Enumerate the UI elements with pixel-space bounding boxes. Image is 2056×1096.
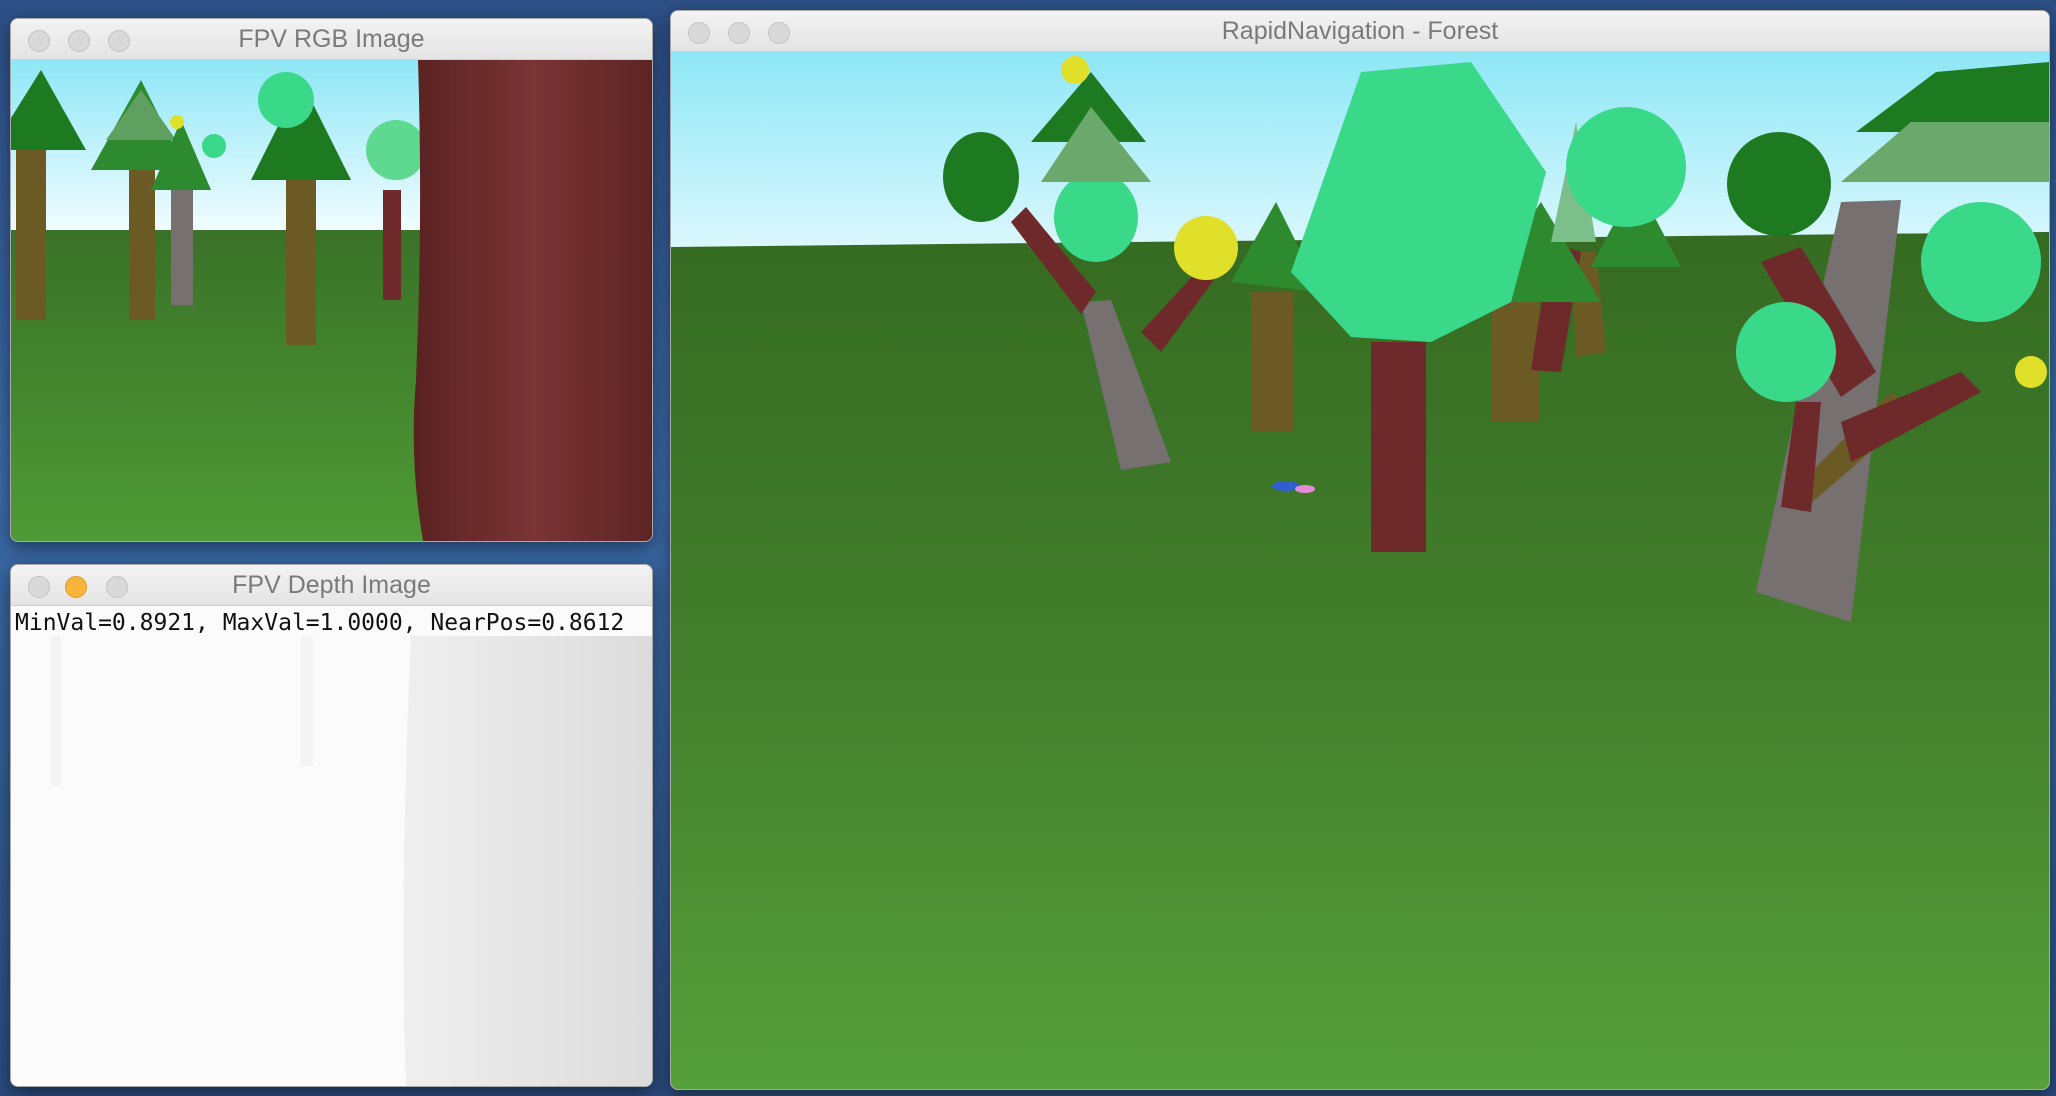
fpv-rgb-window[interactable]: FPV RGB Image xyxy=(10,18,653,542)
window-title: RapidNavigation - Forest xyxy=(1221,17,1499,45)
tree-trunk xyxy=(1371,342,1426,552)
titlebar[interactable]: FPV RGB Image xyxy=(11,19,652,60)
window-title: FPV RGB Image xyxy=(238,25,425,53)
forest-3d-view[interactable] xyxy=(671,52,2049,1089)
depth-image-view: MinVal=0.8921, MaxVal=1.0000, NearPos=0.… xyxy=(11,606,652,1086)
depth-stats-text: MinVal=0.8921, MaxVal=1.0000, NearPos=0.… xyxy=(15,610,625,636)
rgb-scene xyxy=(11,60,652,541)
forest-scene xyxy=(671,52,2049,1089)
fpv-depth-window[interactable]: FPV Depth Image MinVal=0.8921, MaxVal=1.… xyxy=(10,564,653,1087)
yellow-fruit xyxy=(1174,216,1238,280)
foreground-trunk xyxy=(413,60,652,541)
window-title: FPV Depth Image xyxy=(232,571,431,599)
main-window[interactable]: RapidNavigation - Forest xyxy=(670,10,2050,1090)
depth-scene xyxy=(11,606,652,1086)
titlebar[interactable]: RapidNavigation - Forest xyxy=(671,11,2049,52)
titlebar[interactable]: FPV Depth Image xyxy=(11,565,652,606)
rgb-image-view xyxy=(11,60,652,541)
